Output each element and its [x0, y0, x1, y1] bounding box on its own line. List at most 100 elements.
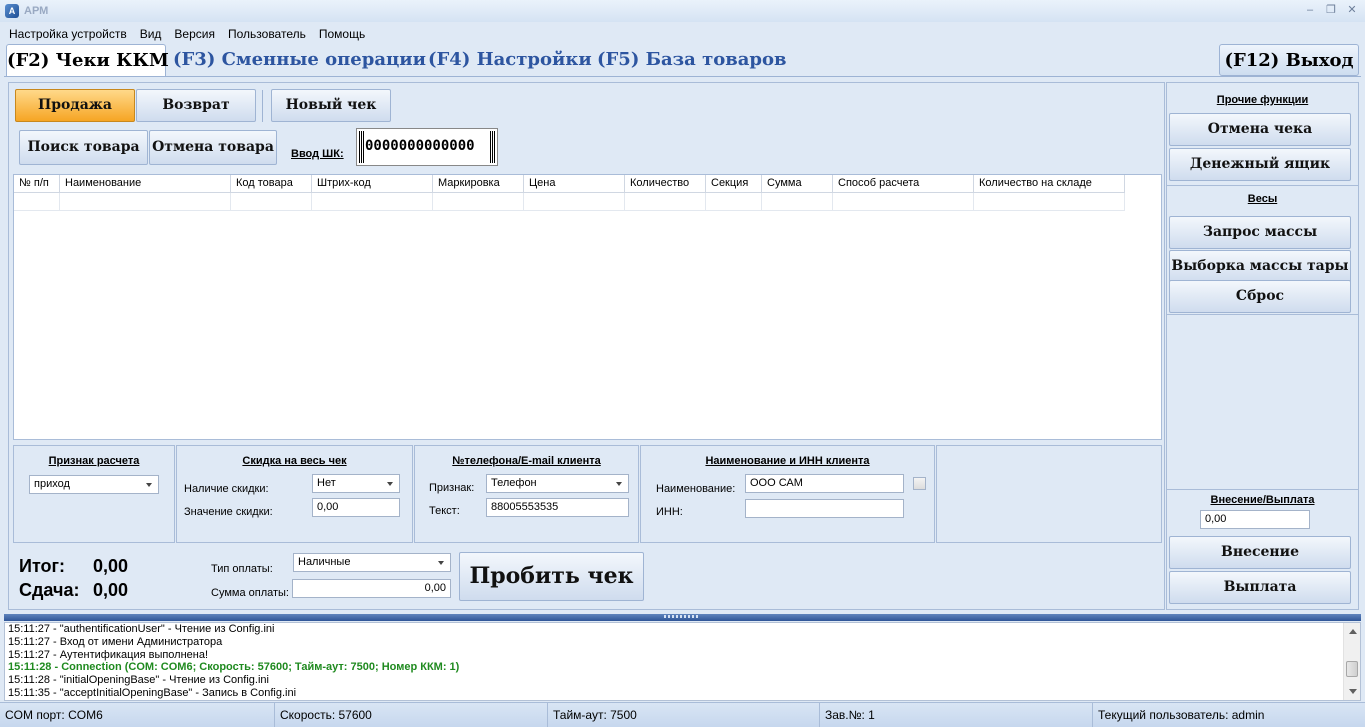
close-icon[interactable]: ✕: [1343, 2, 1361, 18]
discount-group: Скидка на весь чек Наличие скидки: Нет З…: [176, 445, 413, 543]
scales-title: Весы: [1247, 193, 1278, 205]
side-divider: [1167, 489, 1358, 490]
grip-icon: [664, 615, 700, 618]
client-name-label: Наименование:: [656, 483, 736, 495]
column-header[interactable]: Способ расчета: [833, 175, 974, 193]
status-bar: COM порт: COM6 Скорость: 57600 Тайм-аут:…: [0, 702, 1365, 727]
status-com-port: COM порт: COM6: [0, 703, 275, 727]
column-header[interactable]: Секция: [706, 175, 762, 193]
empty-group: [936, 445, 1162, 543]
tab-goods-base[interactable]: (F5) База товаров: [597, 44, 787, 76]
tab-shift-operations[interactable]: (F3) Сменные операции: [173, 44, 426, 76]
client-sign-label: Признак:: [429, 482, 475, 494]
table-cell[interactable]: [14, 193, 60, 211]
maximize-icon[interactable]: ❐: [1322, 2, 1340, 18]
chevron-down-icon: [387, 482, 393, 486]
barcode-input[interactable]: 0000000000000: [356, 128, 498, 166]
pay-type-label: Тип оплаты:: [211, 563, 273, 575]
table-row[interactable]: [14, 193, 1125, 211]
scroll-up-icon[interactable]: [1349, 629, 1357, 634]
status-timeout: Тайм-аут: 7500: [548, 703, 820, 727]
menu-version[interactable]: Версия: [165, 24, 219, 44]
cash-drawer-button[interactable]: Денежный ящик: [1169, 148, 1351, 181]
menu-user[interactable]: Пользователь: [219, 24, 310, 44]
tab-kkm-checks[interactable]: (F2) Чеки ККМ: [6, 44, 169, 76]
barcode-bars-icon: [490, 131, 495, 163]
window-title: АРМ: [24, 5, 49, 17]
column-header[interactable]: Количество на складе: [974, 175, 1125, 193]
table-cell[interactable]: [60, 193, 231, 211]
cancel-goods-button[interactable]: Отмена товара: [149, 130, 277, 165]
menu-device-settings[interactable]: Настройка устройств: [0, 24, 131, 44]
tare-weight-button[interactable]: Выборка массы тары: [1169, 250, 1351, 283]
client-name-input[interactable]: ООО САМ: [745, 474, 904, 493]
minimize-icon[interactable]: –: [1301, 2, 1319, 18]
client-info-group: Наименование и ИНН клиента Наименование:…: [640, 445, 935, 543]
log-line: 15:11:28 - "initialOpeningBase" - Чтение…: [8, 674, 269, 687]
table-cell[interactable]: [524, 193, 625, 211]
log-line: 15:11:28 - Connection (COM: COM6; Скорос…: [8, 661, 460, 674]
column-header[interactable]: Штрих-код: [312, 175, 433, 193]
table-cell[interactable]: [231, 193, 312, 211]
discount-has-select[interactable]: Нет: [312, 474, 400, 493]
menu-help[interactable]: Помощь: [310, 24, 369, 44]
payout-button[interactable]: Выплата: [1169, 571, 1351, 604]
weight-request-button[interactable]: Запрос массы: [1169, 216, 1351, 249]
log-scrollbar[interactable]: [1343, 623, 1360, 700]
pay-type-select[interactable]: Наличные: [293, 553, 451, 572]
client-checkbox[interactable]: [913, 477, 926, 490]
side-divider: [1167, 314, 1358, 315]
pay-sum-input[interactable]: 0,00: [292, 579, 451, 598]
exit-button[interactable]: (F12) Выход: [1219, 44, 1359, 76]
client-text-label: Текст:: [429, 505, 460, 517]
total-label: Итог:: [19, 556, 66, 576]
table-cell[interactable]: [625, 193, 706, 211]
table-cell[interactable]: [312, 193, 433, 211]
cash-io-input[interactable]: 0,00: [1200, 510, 1310, 529]
event-log[interactable]: 15:11:27 - "authentificationUser" - Чтен…: [4, 622, 1361, 701]
menu-view[interactable]: Вид: [131, 24, 166, 44]
cash-io-title: Внесение/Выплата: [1210, 494, 1315, 506]
client-text-input[interactable]: 88005553535: [486, 498, 629, 517]
check-items-table[interactable]: № п/п Наименование Код товара Штрих-код …: [13, 174, 1162, 440]
print-check-button[interactable]: Пробить чек: [459, 552, 644, 601]
column-header[interactable]: Наименование: [60, 175, 231, 193]
search-goods-button[interactable]: Поиск товара: [19, 130, 148, 165]
scroll-thumb[interactable]: [1346, 661, 1358, 677]
column-header[interactable]: Сумма: [762, 175, 833, 193]
tab-settings[interactable]: (F4) Настройки: [428, 44, 592, 76]
log-line: 15:11:35 - "acceptInitialOpeningBase" - …: [8, 686, 297, 699]
menu-bar: Настройка устройств Вид Версия Пользоват…: [0, 24, 369, 44]
client-inn-label: ИНН:: [656, 506, 683, 518]
pay-type-value: Наличные: [298, 556, 351, 568]
client-inn-input[interactable]: [745, 499, 904, 518]
table-cell[interactable]: [833, 193, 974, 211]
scales-reset-button[interactable]: Сброс: [1169, 280, 1351, 313]
tab-divider: [4, 76, 1361, 77]
column-header[interactable]: Количество: [625, 175, 706, 193]
column-header[interactable]: Цена: [524, 175, 625, 193]
table-cell[interactable]: [706, 193, 762, 211]
table-cell[interactable]: [433, 193, 524, 211]
client-info-title: Наименование и ИНН клиента: [705, 455, 870, 467]
payment-sign-select[interactable]: приход: [29, 475, 159, 494]
column-header[interactable]: Код товара: [231, 175, 312, 193]
column-header[interactable]: Маркировка: [433, 175, 524, 193]
chevron-down-icon: [438, 561, 444, 565]
barcode-bars-icon: [359, 131, 364, 163]
table-cell[interactable]: [974, 193, 1125, 211]
sale-button[interactable]: Продажа: [15, 89, 135, 122]
discount-value-input[interactable]: 0,00: [312, 498, 400, 517]
column-header[interactable]: № п/п: [14, 175, 60, 193]
client-sign-select[interactable]: Телефон: [486, 474, 629, 493]
deposit-button[interactable]: Внесение: [1169, 536, 1351, 569]
barcode-label: Ввод ШК:: [291, 148, 344, 160]
cancel-check-button[interactable]: Отмена чека: [1169, 113, 1351, 146]
discount-has-label: Наличие скидки:: [184, 483, 269, 495]
table-cell[interactable]: [762, 193, 833, 211]
payment-sign-value: приход: [34, 478, 70, 490]
new-check-button[interactable]: Новый чек: [271, 89, 391, 122]
chevron-down-icon: [146, 483, 152, 487]
scroll-down-icon[interactable]: [1349, 689, 1357, 694]
return-button[interactable]: Возврат: [136, 89, 256, 122]
